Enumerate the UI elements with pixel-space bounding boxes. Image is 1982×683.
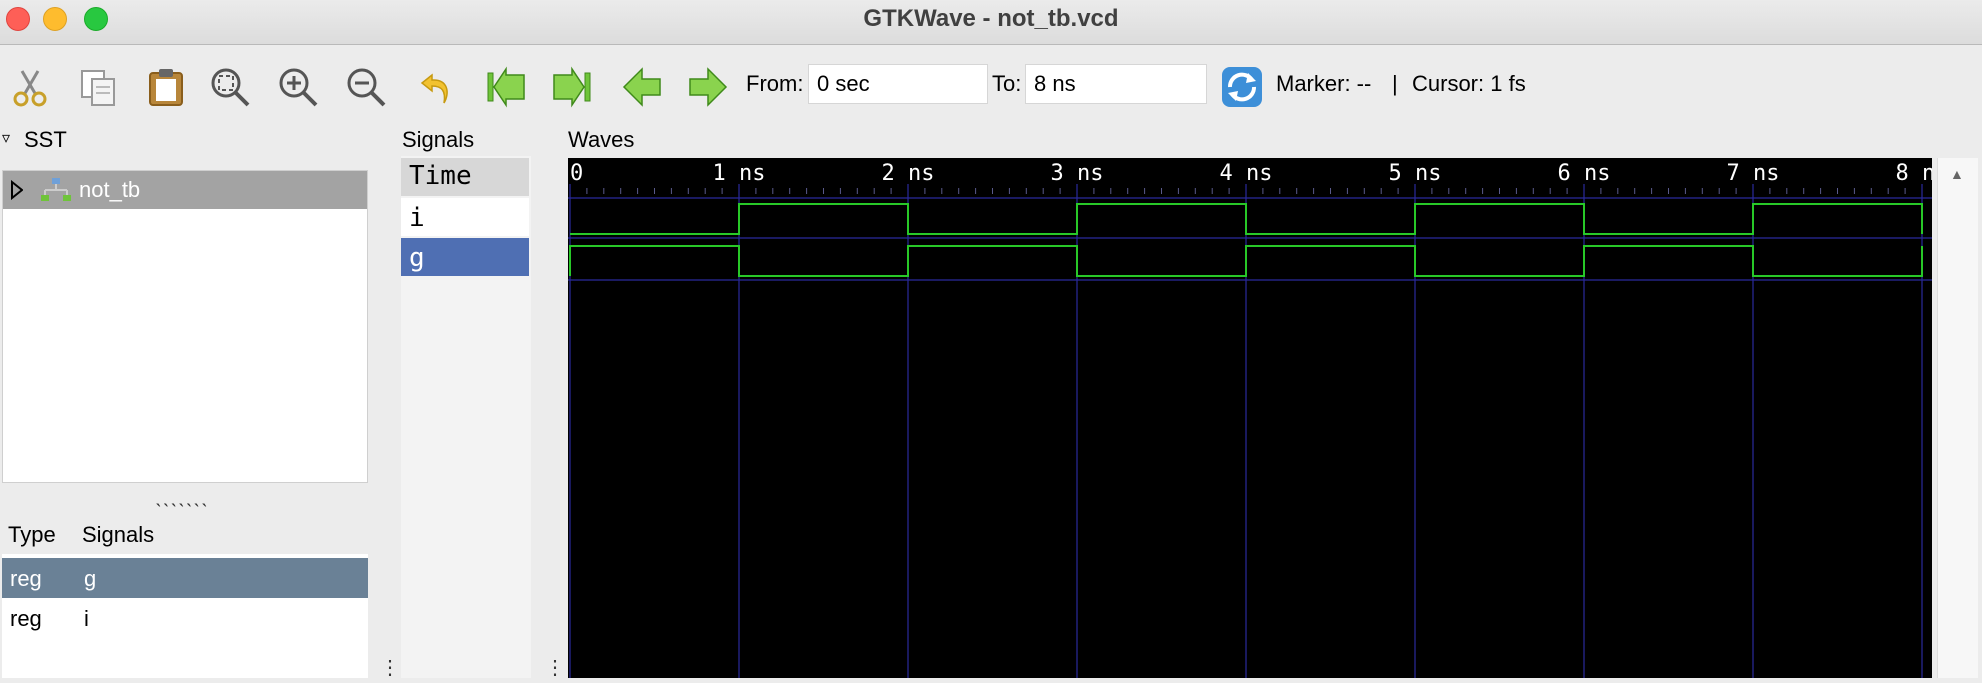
waves-panel-title: Waves xyxy=(568,127,635,152)
sst-signal-row[interactable]: reg i xyxy=(2,598,368,638)
sst-signal-row[interactable]: reg g xyxy=(2,558,368,598)
from-time-input[interactable] xyxy=(808,64,988,104)
undo-icon xyxy=(420,73,448,104)
copy-icon xyxy=(81,70,115,106)
first-icon xyxy=(487,66,525,108)
next-icon xyxy=(689,67,728,107)
time-tick-label: 5 ns xyxy=(1389,161,1442,186)
readout-separator: | xyxy=(1392,71,1398,96)
sst-title: SST xyxy=(24,127,67,152)
marker-readout: Marker: -- xyxy=(1276,71,1372,96)
zoom-out-icon xyxy=(347,68,386,107)
time-tick-label: 6 ns xyxy=(1558,161,1611,186)
waveform-trace-g xyxy=(569,245,1923,277)
signal-name: g xyxy=(84,566,97,591)
signals-panel: Time i g xyxy=(401,156,531,678)
paste-icon xyxy=(149,69,183,106)
scroll-up-arrow-icon[interactable]: ▲ xyxy=(1950,166,1964,182)
to-label: To: xyxy=(992,71,1022,96)
from-label: From: xyxy=(746,71,804,96)
last-icon xyxy=(553,66,591,108)
zoom-fit-icon xyxy=(211,68,250,107)
cut-icon xyxy=(13,70,47,107)
type-column-header: Type xyxy=(8,522,56,547)
zoom-to-end-button[interactable] xyxy=(548,63,596,111)
window-title: GTKWave - not_tb.vcd xyxy=(863,5,1119,32)
signals-pane-grip[interactable]: ⋮ xyxy=(545,655,565,680)
signal-row-i[interactable]: i xyxy=(401,198,529,236)
signal-label: Time xyxy=(409,161,472,191)
paste-button[interactable] xyxy=(142,63,190,111)
find-previous-edge-button[interactable] xyxy=(618,63,666,111)
vertical-scrollbar[interactable]: ▲ xyxy=(1937,158,1978,678)
find-next-edge-button[interactable] xyxy=(684,63,732,111)
zoom-out-button[interactable] xyxy=(342,63,390,111)
zoom-in-button[interactable] xyxy=(274,63,322,111)
signals-panel-title: Signals xyxy=(402,127,475,152)
signal-label: g xyxy=(409,243,425,273)
pane-splitter[interactable]: ˴˴˴˴˴˴˴ xyxy=(155,492,209,515)
undo-zoom-button[interactable] xyxy=(414,63,462,111)
zoom-in-icon xyxy=(279,68,318,107)
sst-signal-list: reg g reg i xyxy=(2,554,368,678)
sst-pane-grip[interactable]: ⋮ xyxy=(380,655,400,680)
cursor-readout: Cursor: 1 fs xyxy=(1412,71,1526,96)
expand-triangle-icon[interactable] xyxy=(11,180,23,200)
waveform-trace-i xyxy=(570,203,1923,235)
reload-button[interactable] xyxy=(1218,63,1266,111)
waveform-view[interactable]: 0 1 ns 2 ns 3 ns 4 ns 5 ns 6 ns 7 ns 8 ns xyxy=(568,158,1948,678)
to-time-input[interactable] xyxy=(1025,64,1207,104)
reload-icon xyxy=(1222,67,1262,107)
prev-icon xyxy=(622,67,661,107)
signal-row-g[interactable]: g xyxy=(401,238,529,276)
waveform-canvas[interactable]: 0 1 ns 2 ns 3 ns 4 ns 5 ns 6 ns 7 ns 8 ns xyxy=(568,158,1948,678)
signal-type: reg xyxy=(10,566,42,591)
signal-name: i xyxy=(84,606,89,631)
time-tick-label: 2 ns xyxy=(882,161,935,186)
zoom-fit-button[interactable] xyxy=(206,63,254,111)
sst-collapse-icon[interactable]: ▿ xyxy=(2,128,10,148)
time-tick-label: 4 ns xyxy=(1220,161,1273,186)
time-tick-label: 1 ns xyxy=(713,161,766,186)
cut-button[interactable] xyxy=(6,63,54,111)
signal-type: reg xyxy=(10,606,42,631)
signal-label: i xyxy=(409,203,425,233)
time-tick-label: 3 ns xyxy=(1051,161,1104,186)
module-hierarchy-icon xyxy=(41,178,71,201)
zoom-to-start-button[interactable] xyxy=(482,63,530,111)
copy-button[interactable] xyxy=(74,63,122,111)
time-tick-label: 7 ns xyxy=(1727,161,1780,186)
signals-column-header: Signals xyxy=(82,522,155,547)
signal-row-time[interactable]: Time xyxy=(401,158,529,196)
toolbar: From: To: Marker: -- | Cursor: 1 fs xyxy=(0,45,1982,125)
title-bar: GTKWave - not_tb.vcd xyxy=(0,0,1982,45)
sst-tree: not_tb xyxy=(2,170,368,483)
time-tick-label: 0 xyxy=(570,161,583,186)
sst-tree-item-label: not_tb xyxy=(79,177,141,202)
sst-tree-item-not-tb[interactable]: not_tb xyxy=(3,171,367,209)
time-tick-label: 8 ns xyxy=(1896,161,1932,186)
